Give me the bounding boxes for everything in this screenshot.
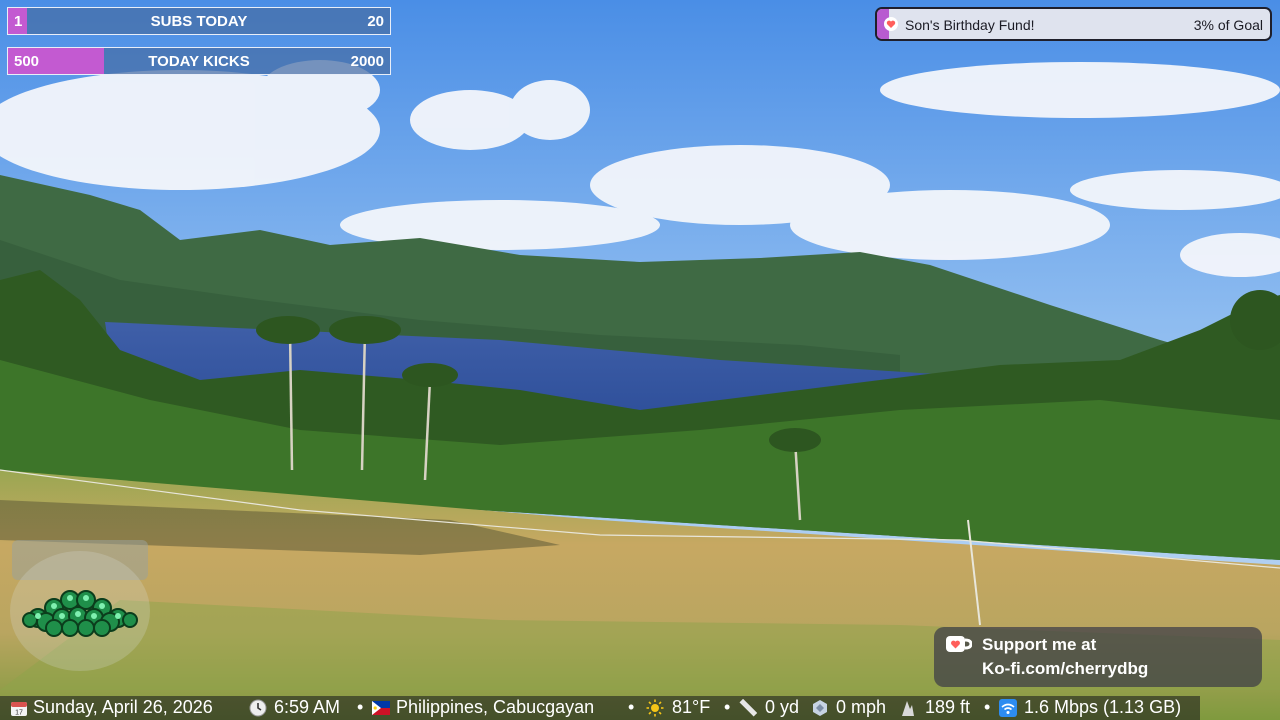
livestream-landscape-background bbox=[0, 0, 1280, 720]
kicks-goal-title: TODAY KICKS bbox=[148, 53, 250, 70]
ruler-icon bbox=[739, 699, 757, 717]
sun-icon bbox=[646, 699, 664, 717]
today-kicks-goal-bar: 500 TODAY KICKS 2000 bbox=[7, 47, 391, 75]
info-speed: 0 mph bbox=[836, 697, 887, 717]
fund-label: Son's Birthday Fund! bbox=[905, 17, 1035, 33]
wifi-icon bbox=[999, 699, 1017, 717]
subs-goal-max: 20 bbox=[367, 13, 384, 30]
kofi-support-box[interactable]: Support me at Ko-fi.com/cherrydbg bbox=[934, 627, 1262, 687]
altitude-icon bbox=[902, 701, 914, 716]
kofi-support-text: Support me at bbox=[982, 635, 1097, 654]
kofi-link[interactable]: Ko-fi.com/cherrydbg bbox=[982, 659, 1148, 679]
svg-text:17: 17 bbox=[15, 710, 23, 717]
info-temperature: 81°F bbox=[672, 697, 711, 717]
info-time: 6:59 AM bbox=[274, 697, 341, 717]
info-altitude: 189 ft bbox=[925, 697, 971, 717]
speed-icon bbox=[813, 700, 827, 716]
kofi-heart-icon bbox=[884, 17, 898, 31]
separator: • bbox=[628, 697, 635, 717]
kicks-goal-max: 2000 bbox=[350, 53, 384, 70]
separator: • bbox=[724, 697, 731, 717]
fund-percent: 3% of Goal bbox=[1193, 17, 1263, 33]
kofi-cup-icon bbox=[946, 636, 972, 652]
info-distance: 0 yd bbox=[765, 697, 800, 717]
separator: • bbox=[984, 697, 991, 717]
separator: • bbox=[357, 697, 364, 717]
calendar-icon: 17 bbox=[11, 702, 27, 717]
subs-goal-title: SUBS TODAY bbox=[150, 13, 248, 30]
info-network: 1.6 Mbps (1.13 GB) bbox=[1024, 697, 1182, 717]
stream-info-bar: 17 Sunday, April 26, 2026 6:59 AM • Phil… bbox=[0, 696, 1200, 720]
clock-icon bbox=[249, 699, 267, 717]
info-date: Sunday, April 26, 2026 bbox=[33, 697, 213, 717]
subs-today-goal-bar: 1 SUBS TODAY 20 bbox=[7, 7, 391, 35]
info-location: Philippines, Cabucgayan bbox=[396, 697, 595, 717]
pixel-blob-sticker bbox=[10, 540, 150, 671]
birthday-fund-goal-widget: Son's Birthday Fund! 3% of Goal bbox=[875, 7, 1272, 41]
philippines-flag-icon bbox=[372, 701, 390, 715]
